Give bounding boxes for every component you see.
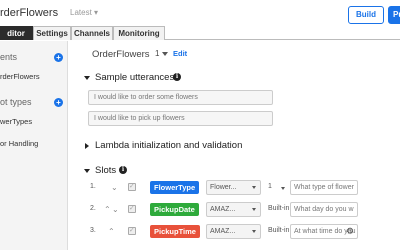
slot-row: 1. ⌄ FlowerType Flower... 1 What type of… xyxy=(70,180,400,196)
tab-channels[interactable]: Channels xyxy=(71,26,113,40)
slot-type-caret-icon xyxy=(252,208,256,211)
slot-type-caret-icon xyxy=(252,186,256,189)
version-selector[interactable]: Latest ▾ xyxy=(70,8,98,17)
bot-name: rderFlowers xyxy=(0,7,59,19)
move-up-chevron-icon[interactable]: ⌃ xyxy=(104,205,111,214)
slot-version: Built-in xyxy=(268,205,290,212)
sidebar-slot-types-heading: ot types xyxy=(0,97,32,107)
top-bar: rderFlowers Latest ▾ Build Pu xyxy=(0,0,400,26)
intent-editor: OrderFlowers 1 Edit Sample utterances i … xyxy=(70,41,400,250)
slot-version[interactable]: 1 xyxy=(268,183,272,190)
required-checkbox[interactable] xyxy=(128,182,136,191)
sidebar-item-flowertypes[interactable]: werTypes xyxy=(0,117,32,126)
slot-type-value: AMAZ... xyxy=(210,206,236,213)
slot-number: 3. xyxy=(90,227,96,234)
tab-monitoring[interactable]: Monitoring xyxy=(113,26,165,40)
utterance-input[interactable]: I would like to pick up flowers xyxy=(88,111,273,126)
sidebar-item-error-handling[interactable]: or Handling xyxy=(0,139,38,148)
slot-row: 2. ⌃ ⌄ PickupDate AMAZ... Built-in What … xyxy=(70,202,400,218)
gear-icon[interactable]: ⚙ xyxy=(346,227,354,236)
move-up-chevron-icon[interactable]: ⌃ xyxy=(108,227,115,236)
move-down-chevron-icon[interactable]: ⌄ xyxy=(111,183,118,192)
slot-name-tag[interactable]: PickupDate xyxy=(150,203,199,216)
collapse-slots-caret-icon[interactable] xyxy=(84,169,90,173)
slots-info-icon[interactable]: i xyxy=(119,166,127,174)
slot-row: 3. ⌃ PickupTime AMAZ... Built-in At what… xyxy=(70,224,400,240)
utterance-input[interactable]: I would like to order some flowers xyxy=(88,90,273,105)
sidebar: ents + rderFlowers ot types + werTypes o… xyxy=(0,41,68,250)
slot-version: Built-in xyxy=(268,227,290,234)
slot-prompt-input[interactable]: What type of flower xyxy=(290,180,358,195)
tab-editor[interactable]: ditor xyxy=(0,26,34,40)
slot-name-tag[interactable]: PickupTime xyxy=(150,225,200,238)
slots-title[interactable]: Slots xyxy=(95,165,116,176)
tab-settings[interactable]: Settings xyxy=(33,26,71,40)
sidebar-intents-heading: ents xyxy=(0,52,18,62)
sample-utterances-info-icon[interactable]: i xyxy=(173,73,181,81)
version-caret-icon[interactable] xyxy=(162,52,168,56)
move-down-chevron-icon[interactable]: ⌄ xyxy=(112,205,119,214)
sidebar-item-orderflowers[interactable]: rderFlowers xyxy=(0,72,40,81)
sample-utterances-title[interactable]: Sample utterances xyxy=(95,72,174,83)
intent-version[interactable]: 1 xyxy=(155,49,159,58)
build-button[interactable]: Build xyxy=(348,6,384,24)
slot-name-tag[interactable]: FlowerType xyxy=(150,181,200,194)
lambda-section-title[interactable]: Lambda initialization and validation xyxy=(95,140,242,151)
slot-type-value: Flower... xyxy=(210,184,237,191)
slot-type-caret-icon xyxy=(252,230,256,233)
slot-type-select[interactable]: AMAZ... xyxy=(206,202,261,217)
tab-bar: ditor Settings Channels Monitoring xyxy=(0,26,400,40)
expand-lambda-caret-icon[interactable] xyxy=(85,143,89,149)
slot-prompt-input[interactable]: What day do you w xyxy=(290,202,358,217)
intent-name: OrderFlowers xyxy=(92,49,150,60)
slot-type-select[interactable]: AMAZ... xyxy=(206,224,261,239)
collapse-sample-utterances-caret-icon[interactable] xyxy=(84,76,90,80)
slot-type-value: AMAZ... xyxy=(210,228,236,235)
add-slot-type-plus-icon[interactable]: + xyxy=(54,98,63,107)
edit-link[interactable]: Edit xyxy=(173,49,187,58)
required-checkbox[interactable] xyxy=(128,226,136,235)
slot-version-caret-icon[interactable] xyxy=(281,187,285,190)
slot-number: 2. xyxy=(90,205,96,212)
add-intent-plus-icon[interactable]: + xyxy=(54,53,63,62)
slot-number: 1. xyxy=(90,183,96,190)
required-checkbox[interactable] xyxy=(128,204,136,213)
publish-button[interactable]: Pu xyxy=(388,6,400,24)
slot-type-select[interactable]: Flower... xyxy=(206,180,261,195)
